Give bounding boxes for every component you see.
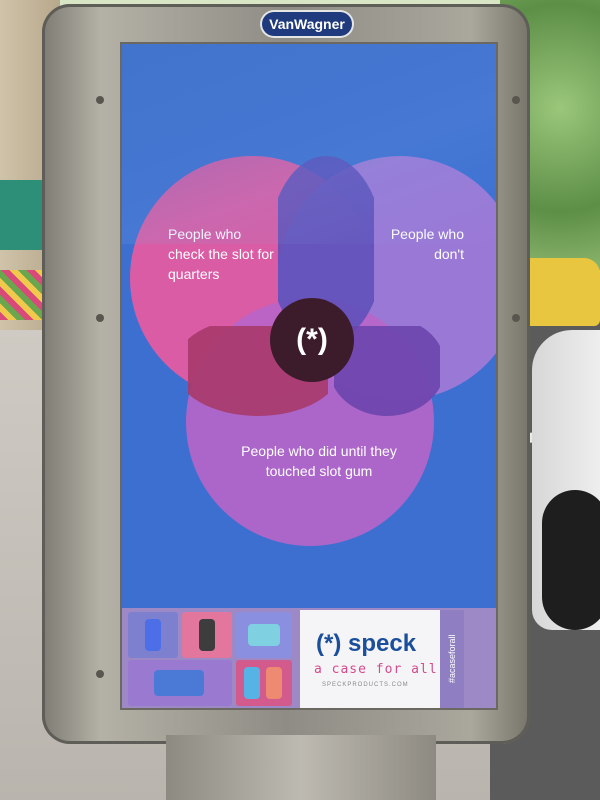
speck-poster: (*) People who check the slot for quarte… xyxy=(122,44,496,708)
speck-logo-panel: (*) speck a case for all SPECKPRODUCTS.C… xyxy=(300,610,440,708)
product-tile xyxy=(128,660,232,706)
speck-tagline: a case for all xyxy=(314,662,438,677)
screw xyxy=(96,96,104,104)
laptop-case-icon xyxy=(154,670,204,696)
phone-case-icon xyxy=(145,619,161,651)
screw xyxy=(512,314,520,322)
screw xyxy=(96,314,104,322)
speck-logo: (*) speck xyxy=(316,630,417,657)
kiosk-base xyxy=(166,735,436,800)
screw xyxy=(512,96,520,104)
phone-case-icon xyxy=(244,667,260,699)
phone-case-icon xyxy=(266,667,282,699)
product-tile xyxy=(128,612,178,658)
hashtag: #acaseforall xyxy=(440,610,464,708)
label-bottom-circle: People who did until they touched slot g… xyxy=(241,443,397,479)
phone-case-icon xyxy=(199,619,215,651)
tablet-case-icon xyxy=(248,624,280,646)
kiosk-brand-plate: VanWagner xyxy=(262,12,352,36)
product-tile xyxy=(236,612,292,658)
car-tire xyxy=(542,490,600,630)
product-tile xyxy=(182,612,232,658)
speck-url: SPECKPRODUCTS.COM xyxy=(322,682,409,688)
screw xyxy=(96,670,104,678)
glass-reflection xyxy=(122,44,496,244)
speck-asterisk-icon: (*) xyxy=(296,323,328,356)
product-tile xyxy=(236,660,292,706)
